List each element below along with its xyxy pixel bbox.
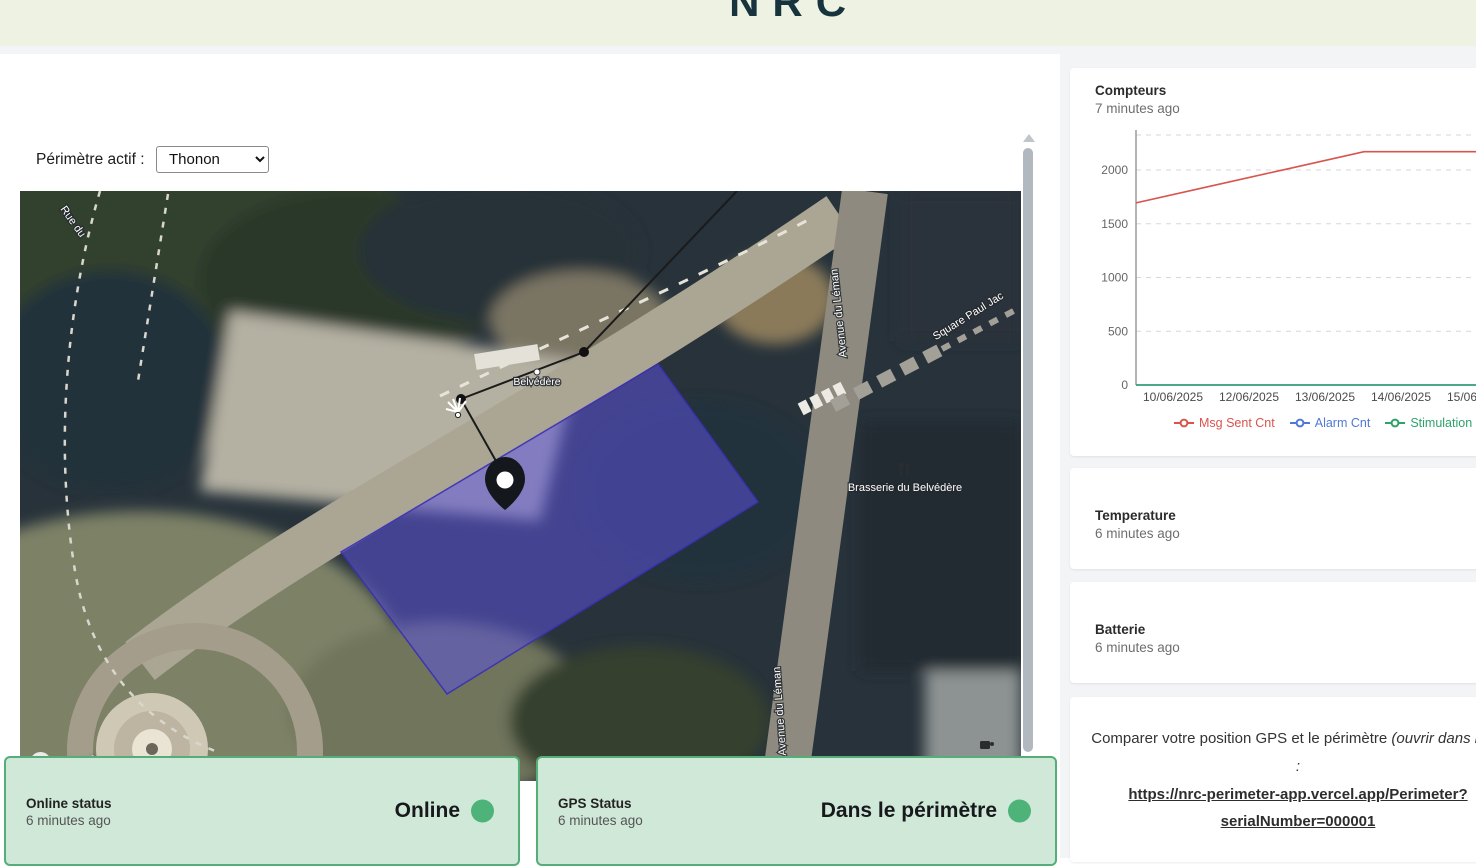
satellite-map[interactable]: Rue du Belvédère Avenue du Léman Square …	[20, 191, 1021, 781]
compare-text-italic: (ouvrir dans iOS)	[1391, 730, 1476, 747]
legend-item[interactable]: Msg Sent Cnt	[1174, 416, 1275, 430]
compare-text-colon: :	[1296, 758, 1300, 775]
online-status-title: Online status	[26, 796, 112, 811]
map-panel: Périmètre actif : Thonon	[0, 54, 1060, 858]
perimeter-app-link-serial[interactable]: serialNumber=000001	[1088, 808, 1476, 836]
svg-text:10/06/2025: 10/06/2025	[1143, 390, 1203, 404]
track-point	[579, 347, 589, 357]
gps-status-value: Dans le périmètre	[821, 799, 997, 823]
temperature-updated: 6 minutes ago	[1095, 526, 1180, 541]
temperature-title: Temperature	[1095, 508, 1180, 523]
nrc-logo: NRC	[729, 0, 859, 26]
gps-status-indicator	[1008, 800, 1031, 823]
svg-text:2000: 2000	[1101, 163, 1128, 177]
app-header: NRC	[0, 0, 1476, 46]
temperature-card: Temperature 6 minutes ago	[1070, 468, 1476, 569]
counters-card: Compteurs 7 minutes ago 0500100015002000…	[1070, 68, 1476, 456]
online-status-indicator	[471, 800, 494, 823]
gps-compare-card: Comparer votre position GPS et le périmè…	[1070, 697, 1476, 862]
belvedere-label: Belvédère	[513, 376, 560, 388]
gps-status-title: GPS Status	[558, 796, 643, 811]
online-status-card: Online status 6 minutes ago Online	[4, 756, 520, 866]
perimeter-app-link[interactable]: https://nrc-perimeter-app.vercel.app/Per…	[1088, 781, 1476, 809]
online-status-updated: 6 minutes ago	[26, 813, 112, 828]
svg-text:15/06/2025: 15/06/2025	[1447, 390, 1476, 404]
svg-text:12/06/2025: 12/06/2025	[1219, 390, 1279, 404]
perimeter-select[interactable]: Thonon	[156, 146, 269, 173]
brasserie-label: Brasserie du Belvédère	[848, 482, 962, 494]
svg-text:0: 0	[1121, 378, 1128, 392]
waypoint-dot	[534, 369, 540, 375]
chart-legend: Msg Sent Cnt Alarm Cnt Stimulation Cnt	[1174, 416, 1476, 430]
active-perimeter-label: Périmètre actif :	[36, 151, 145, 169]
scrollbar-thumb[interactable]	[1023, 148, 1033, 752]
battery-updated: 6 minutes ago	[1095, 640, 1180, 655]
battery-card: Batterie 6 minutes ago	[1070, 582, 1476, 683]
counters-chart: 0 500 1000 1500 2000 10/06/2025 12/06/2025 13/0…	[1070, 68, 1476, 413]
svg-text:13/06/2025: 13/06/2025	[1295, 390, 1355, 404]
legend-item[interactable]: Stimulation Cnt	[1385, 416, 1476, 430]
legend-item[interactable]: Alarm Cnt	[1290, 416, 1371, 430]
svg-text:1500: 1500	[1101, 217, 1128, 231]
svg-text:1000: 1000	[1101, 271, 1128, 285]
battery-title: Batterie	[1095, 622, 1180, 637]
gps-status-card: GPS Status 6 minutes ago Dans le périmèt…	[536, 756, 1057, 866]
svg-text:14/06/2025: 14/06/2025	[1371, 390, 1431, 404]
svg-text:500: 500	[1108, 324, 1128, 338]
map-canvas: Rue du Belvédère Avenue du Léman Square …	[20, 191, 1021, 781]
gps-status-updated: 6 minutes ago	[558, 813, 643, 828]
compare-text: Comparer votre position GPS et le périmè…	[1091, 730, 1391, 747]
online-status-value: Online	[395, 799, 460, 823]
scrollbar-up-arrow[interactable]	[1023, 134, 1035, 142]
